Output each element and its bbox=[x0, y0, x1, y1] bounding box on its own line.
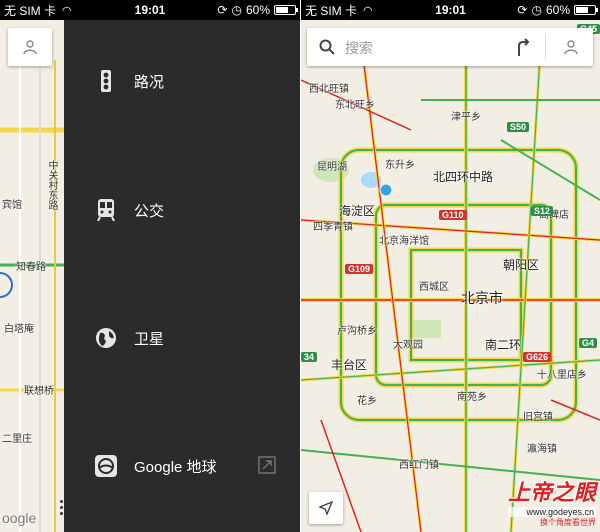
map-label: 联想桥 bbox=[24, 386, 54, 397]
rotation-lock-icon: ⟳ bbox=[217, 3, 228, 17]
drawer-item-label: 路况 bbox=[134, 73, 165, 91]
map-label: 中关村东路 bbox=[46, 160, 57, 210]
search-input[interactable]: 搜索 bbox=[345, 38, 373, 58]
my-location-button[interactable] bbox=[309, 492, 343, 524]
map-label: 丰台区 bbox=[331, 358, 368, 372]
status-bar: 无 SIM 卡 ◠ 19:01 ⟳ ◷ 60% bbox=[301, 0, 600, 20]
alarm-icon: ◷ bbox=[531, 3, 542, 17]
drawer-item-google-earth[interactable]: Google 地球 bbox=[64, 439, 300, 493]
drawer-item-label: 卫星 bbox=[134, 330, 165, 348]
highway-shield: G109 bbox=[345, 264, 374, 274]
map-label: 昆明湖 bbox=[317, 162, 347, 173]
battery-percent: 60% bbox=[545, 3, 570, 17]
watermark: 上帝之眼 www.godeyes.cn 换个角度看世界 bbox=[507, 475, 596, 528]
separator bbox=[545, 34, 546, 60]
map-label: 旧宫镇 bbox=[523, 412, 553, 423]
search-box[interactable]: 搜索 bbox=[307, 28, 593, 66]
map-label: 宾馆 bbox=[2, 200, 22, 211]
battery-percent: 60% bbox=[245, 3, 270, 17]
drawer-item-label: 公交 bbox=[134, 202, 165, 220]
battery-icon bbox=[574, 5, 598, 15]
location-arrow-icon bbox=[319, 501, 333, 515]
drawer-item-transit[interactable]: 公交 bbox=[64, 183, 300, 237]
account-icon[interactable] bbox=[563, 39, 579, 55]
watermark-title: 上帝之眼 bbox=[507, 480, 596, 505]
map-label: 津平乡 bbox=[451, 112, 481, 123]
google-earth-icon bbox=[94, 454, 118, 478]
drawer-item-label: Google 地球 bbox=[134, 458, 217, 476]
map-label: 北京市 bbox=[461, 290, 503, 306]
open-external-icon[interactable] bbox=[258, 456, 276, 474]
map-label: 西城区 bbox=[419, 282, 449, 293]
map-label: 知春路 bbox=[16, 262, 46, 273]
rotation-lock-icon: ⟳ bbox=[517, 3, 528, 17]
highway-shield: G4 bbox=[579, 338, 598, 348]
layers-drawer: 路况 公交 卫星 Google 地球 bbox=[64, 20, 300, 532]
highway-shield: 34 bbox=[301, 352, 318, 362]
map-label: 十八里店乡 bbox=[537, 370, 587, 381]
map-label: 瀛海镇 bbox=[527, 444, 557, 455]
watermark-subtitle: 换个角度看世界 bbox=[540, 518, 596, 527]
account-button[interactable] bbox=[8, 28, 52, 66]
map-label: 大观园 bbox=[393, 340, 423, 351]
traffic-light-icon bbox=[94, 69, 118, 93]
map-view[interactable]: 西北旺镇 东北旺乡 津平乡 昆明湖 东升乡 北四环中路 海淀区 四季青镇 北京海… bbox=[301, 20, 600, 532]
left-screen: 无 SIM 卡 ◠ 19:01 ⟳ ◷ 60% 中关村东路 宾馆 知春路 白塔庵… bbox=[0, 0, 300, 532]
map-label: 北四环中路 bbox=[433, 170, 494, 184]
map-label: 北京海洋馆 bbox=[379, 236, 429, 247]
watermark-url: www.godeyes.cn bbox=[507, 507, 596, 517]
highway-shield: S50 bbox=[507, 122, 530, 132]
map-label: 花乡 bbox=[357, 396, 377, 407]
train-icon bbox=[94, 198, 118, 222]
drawer-item-satellite[interactable]: 卫星 bbox=[64, 311, 300, 365]
right-screen: 无 SIM 卡 ◠ 19:01 ⟳ ◷ 60% 西北旺镇 东北旺乡 津平乡 昆明… bbox=[301, 0, 600, 532]
map-label: 二里庄 bbox=[2, 434, 32, 445]
map-label: 朝阳区 bbox=[503, 258, 540, 272]
globe-icon bbox=[94, 326, 118, 350]
map-label: 南二环 bbox=[485, 338, 522, 352]
battery-icon bbox=[274, 5, 298, 15]
map-label: 南苑乡 bbox=[457, 392, 487, 403]
status-bar: 无 SIM 卡 ◠ 19:01 ⟳ ◷ 60% bbox=[0, 0, 300, 20]
carrier-label: 无 SIM 卡 bbox=[4, 3, 57, 18]
highway-shield: S12 bbox=[531, 206, 554, 216]
alarm-icon: ◷ bbox=[231, 3, 242, 17]
map-label: 白塔庵 bbox=[4, 324, 34, 335]
map-label: 四季青镇 bbox=[313, 222, 353, 233]
wifi-icon: ◠ bbox=[62, 4, 72, 17]
search-icon bbox=[319, 39, 335, 55]
map-label: 东升乡 bbox=[385, 160, 415, 171]
google-logo: oogle bbox=[2, 510, 37, 526]
drawer-item-traffic[interactable]: 路况 bbox=[64, 54, 300, 108]
map-label: 西红门镇 bbox=[399, 460, 439, 471]
highway-shield: G110 bbox=[439, 210, 467, 220]
map-label: 卢沟桥乡 bbox=[337, 326, 377, 337]
account-icon bbox=[23, 40, 37, 55]
map-label: 海淀区 bbox=[339, 204, 376, 218]
highway-shield: G626 bbox=[523, 352, 552, 362]
map-label: 西北旺镇 bbox=[309, 84, 349, 95]
directions-icon[interactable] bbox=[515, 38, 531, 56]
carrier-label: 无 SIM 卡 bbox=[305, 3, 358, 18]
wifi-icon: ◠ bbox=[363, 4, 373, 17]
map-label: 东北旺乡 bbox=[335, 100, 375, 111]
